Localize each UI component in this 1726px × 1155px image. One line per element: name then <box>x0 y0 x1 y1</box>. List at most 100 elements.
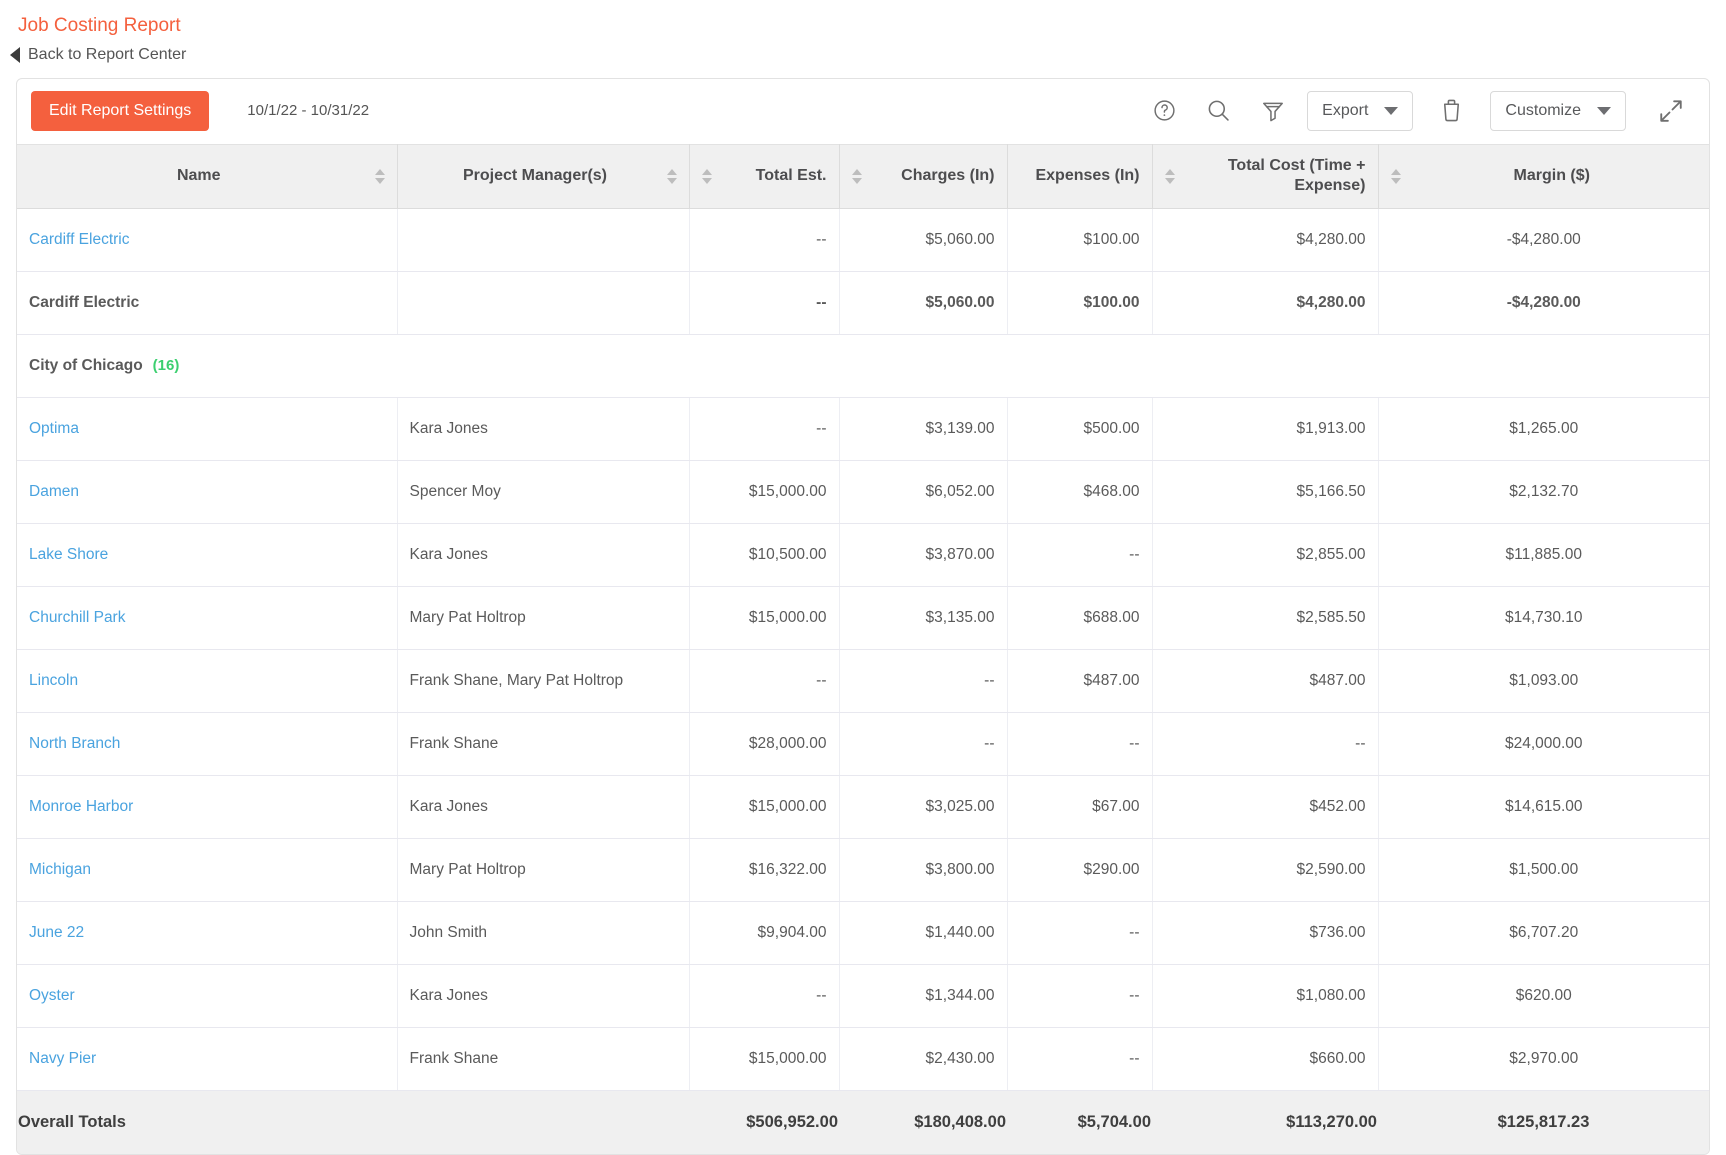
cell-name: Navy Pier <box>17 1027 398 1091</box>
cell-margin: $2,970.00 <box>1378 1027 1709 1091</box>
column-label: Name <box>176 167 221 185</box>
table-row: Optima Kara Jones -- $3,139.00 $500.00 $1,913… <box>17 397 1709 461</box>
project-link[interactable]: Damen <box>29 483 79 500</box>
cell-total-cost: $2,855.00 <box>1152 523 1379 587</box>
project-link[interactable]: Optima <box>29 420 79 437</box>
project-link[interactable]: June 22 <box>29 924 84 941</box>
column-label: Margin ($) <box>1513 167 1590 185</box>
cell-margin: $11,885.00 <box>1378 523 1709 587</box>
filter-funnel-icon[interactable] <box>1253 98 1293 124</box>
project-link[interactable]: North Branch <box>29 735 120 752</box>
expand-arrows-icon[interactable] <box>1640 96 1693 126</box>
cell-total-cost: $736.00 <box>1152 901 1379 965</box>
table-row: Lincoln Frank Shane, Mary Pat Holtrop -- --… <box>17 649 1709 713</box>
cell-expenses: -- <box>1007 712 1153 776</box>
sort-toggle-icon[interactable] <box>1390 168 1401 184</box>
cell-expenses: $290.00 <box>1007 838 1153 902</box>
sort-toggle-icon[interactable] <box>666 168 677 184</box>
cell-name: Lake Shore <box>17 523 398 587</box>
project-link[interactable]: Lake Shore <box>29 546 108 563</box>
cell-project-manager: Frank Shane, Mary Pat Holtrop <box>397 649 690 713</box>
cell-total-cost: $1,080.00 <box>1152 964 1379 1028</box>
cell-project-manager: Frank Shane <box>397 1027 690 1091</box>
group-header-row: City of Chicago (16) <box>17 334 1709 398</box>
cell-total-est: -- <box>689 271 840 335</box>
cell-total-cost: $2,585.50 <box>1152 586 1379 650</box>
back-to-report-center-link[interactable]: Back to Report Center <box>0 39 186 64</box>
cell-margin: -$4,280.00 <box>1378 271 1709 335</box>
project-link[interactable]: Monroe Harbor <box>29 798 133 815</box>
cell-expenses: -- <box>1007 964 1153 1028</box>
cell-total-est: -- <box>689 964 840 1028</box>
cell-total-est: -- <box>689 208 840 272</box>
export-dropdown-button[interactable]: Export <box>1307 90 1414 131</box>
cell-margin: $6,707.20 <box>1378 901 1709 965</box>
cell-project-manager: Kara Jones <box>397 397 690 461</box>
cell-total-est: $15,000.00 <box>689 775 840 839</box>
cell-project-manager: Frank Shane <box>397 712 690 776</box>
sort-toggle-icon[interactable] <box>1164 168 1175 184</box>
cell-charges: $3,800.00 <box>839 838 1008 902</box>
table-header: Name Project Manager(s) Total Est. Charg… <box>17 143 1709 209</box>
cell-name: Churchill Park <box>17 586 398 650</box>
report-toolbar: Edit Report Settings 10/1/22 - 10/31/22 <box>17 79 1709 144</box>
column-header-total-est[interactable]: Total Est. <box>689 143 840 209</box>
project-link[interactable]: Michigan <box>29 861 91 878</box>
table-row: Oyster Kara Jones -- $1,344.00 -- $1,080.00 $6… <box>17 964 1709 1028</box>
table-footer: Overall Totals $506,952.00 $180,408.00 $… <box>17 1089 1709 1155</box>
job-costing-table: Name Project Manager(s) Total Est. Charg… <box>17 143 1709 1155</box>
project-link[interactable]: Lincoln <box>29 672 78 689</box>
overall-totals-charges: $180,408.00 <box>839 1089 1007 1155</box>
column-header-charges-in[interactable]: Charges (In) <box>839 143 1008 209</box>
column-label: Total Est. <box>755 167 827 185</box>
cell-project-manager <box>397 271 690 335</box>
cell-total-est: $10,500.00 <box>689 523 840 587</box>
column-header-project-managers[interactable]: Project Manager(s) <box>397 143 690 209</box>
table-row: Lake Shore Kara Jones $10,500.00 $3,870.00-… <box>17 523 1709 587</box>
overall-totals-expenses: $5,704.00 <box>1007 1089 1152 1155</box>
cell-margin: $24,000.00 <box>1378 712 1709 776</box>
cell-project-manager: Kara Jones <box>397 964 690 1028</box>
cell-charges: -- <box>839 712 1008 776</box>
cell-total-cost: -- <box>1152 712 1379 776</box>
cell-charges: $1,440.00 <box>839 901 1008 965</box>
project-link[interactable]: Navy Pier <box>29 1050 96 1067</box>
job-costing-report-page: Job Costing Report Back to Report Center… <box>0 0 1726 1155</box>
project-link[interactable]: Oyster <box>29 987 75 1004</box>
report-card: Edit Report Settings 10/1/22 - 10/31/22 <box>16 77 1710 1155</box>
cell-name: Oyster <box>17 964 398 1028</box>
export-label: Export <box>1322 101 1369 119</box>
cell-project-manager: Mary Pat Holtrop <box>397 586 690 650</box>
column-header-name[interactable]: Name <box>17 143 398 209</box>
project-link[interactable]: Cardiff Electric <box>29 231 130 248</box>
trash-icon[interactable] <box>1427 97 1476 124</box>
cell-charges: $1,344.00 <box>839 964 1008 1028</box>
cell-charges: -- <box>839 649 1008 713</box>
search-icon[interactable] <box>1198 97 1239 124</box>
sort-toggle-icon[interactable] <box>701 168 712 184</box>
cell-name: Monroe Harbor <box>17 775 398 839</box>
project-link[interactable]: Churchill Park <box>29 609 125 626</box>
cell-project-manager: Mary Pat Holtrop <box>397 838 690 902</box>
chevron-down-icon <box>1384 106 1399 115</box>
table-row: North Branch Frank Shane $28,000.00 -- -- -- $… <box>17 712 1709 776</box>
column-header-expenses-in[interactable]: Expenses (In) <box>1007 143 1153 209</box>
column-header-margin[interactable]: Margin ($) <box>1378 143 1709 209</box>
customize-label: Customize <box>1505 101 1581 119</box>
edit-report-settings-button[interactable]: Edit Report Settings <box>31 90 210 131</box>
cell-charges: $3,870.00 <box>839 523 1008 587</box>
help-circle-icon[interactable] <box>1145 98 1184 123</box>
column-label: Total Cost (Time + Expense) <box>1227 157 1366 195</box>
column-header-total-cost[interactable]: Total Cost (Time + Expense) <box>1152 143 1379 209</box>
cell-charges: $5,060.00 <box>839 208 1008 272</box>
cell-name: North Branch <box>17 712 398 776</box>
sort-toggle-icon[interactable] <box>374 168 385 184</box>
table-row: Damen Spencer Moy $15,000.00 $6,052.00 $468.… <box>17 460 1709 524</box>
cell-margin: $1,265.00 <box>1378 397 1709 461</box>
sort-toggle-icon[interactable] <box>851 168 862 184</box>
cell-name: Cardiff Electric <box>17 271 398 335</box>
customize-dropdown-button[interactable]: Customize <box>1490 90 1626 131</box>
cell-charges: $3,025.00 <box>839 775 1008 839</box>
cell-charges: $6,052.00 <box>839 460 1008 524</box>
column-label: Expenses (In) <box>1035 167 1140 185</box>
